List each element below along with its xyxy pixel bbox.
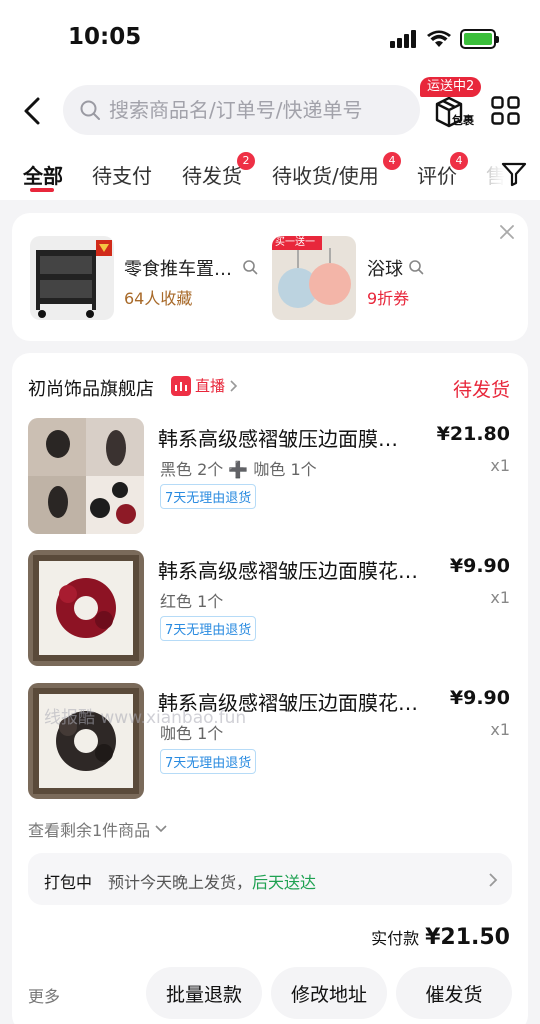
item-qty: x1 <box>490 588 510 607</box>
search-icon[interactable] <box>408 259 424 275</box>
item-price: ¥9.90 <box>449 687 510 709</box>
batch-refund-button[interactable]: 批量退款 <box>146 967 262 1019</box>
package-badge: 运送中2 <box>420 77 482 97</box>
tab-badge: 4 <box>450 152 468 170</box>
tab-all[interactable]: 全部 <box>23 160 63 189</box>
recommendation-card: 零食推车置… 64人收藏 买一送一 浴球 9折券 <box>12 213 528 341</box>
product-image-black <box>28 418 144 534</box>
live-label: 直播 <box>195 377 226 395</box>
item-image[interactable] <box>28 683 144 799</box>
search-bar[interactable] <box>63 85 420 135</box>
filter-icon[interactable] <box>501 161 527 187</box>
tab-underline <box>30 188 54 192</box>
rec-item-subtitle: 9折券 <box>367 289 410 308</box>
item-tag: 7天无理由退货 <box>160 749 257 774</box>
search-icon[interactable] <box>242 259 258 275</box>
product-image-red <box>33 555 139 661</box>
item-spec: 黑色 2个 ➕ 咖色 1个 <box>160 460 317 479</box>
item-qty: x1 <box>490 456 510 475</box>
signal-icon <box>390 30 416 48</box>
chevron-right-icon <box>230 379 238 392</box>
cart-image <box>36 240 112 318</box>
item-image[interactable] <box>28 418 144 534</box>
item-price: ¥21.80 <box>436 423 510 445</box>
order-card: 初尚饰品旗舰店 直播 待发货 韩系高级感褶皱压边面膜… ¥21.80 黑色 2个… <box>12 353 528 1024</box>
close-icon[interactable] <box>498 223 516 241</box>
item-price: ¥9.90 <box>449 555 510 577</box>
pack-delivery-highlight: 后天送达 <box>252 873 317 892</box>
live-chip[interactable]: 直播 <box>171 375 239 396</box>
status-time: 10:05 <box>68 24 142 50</box>
back-icon[interactable] <box>20 96 46 126</box>
pack-estimate: 预计今天晚上发货， <box>108 873 253 892</box>
item-title[interactable]: 韩系高级感褶皱压边面膜花… <box>158 555 418 584</box>
tab-pending-receipt[interactable]: 待收货/使用 <box>272 160 379 189</box>
order-tabs: 全部 待支付 待发货 2 待收货/使用 4 评价 4 售 <box>0 152 540 194</box>
paid-label: 实付款 <box>371 929 420 948</box>
shop-name[interactable]: 初尚饰品旗舰店 <box>28 375 154 401</box>
rec-item-image[interactable]: 买一送一 <box>272 236 356 320</box>
shipping-status-bar[interactable]: 打包中 预计今天晚上发货，后天送达 <box>28 853 512 905</box>
item-image[interactable] <box>28 550 144 666</box>
rec-image-badge: 买一送一 <box>275 237 315 248</box>
watermark: 线报酷 www.xianbao.fun <box>44 708 247 728</box>
view-remaining-items[interactable]: 查看剩余1件商品 <box>28 817 168 841</box>
product-image-brown <box>33 688 139 794</box>
item-qty: x1 <box>490 720 510 739</box>
rec-item-subtitle: 64人收藏 <box>124 289 193 308</box>
tabs-fade <box>470 152 505 194</box>
grid-menu-icon[interactable] <box>491 96 520 125</box>
view-remaining-label: 查看剩余1件商品 <box>28 821 151 840</box>
tab-pending-shipment[interactable]: 待发货 <box>182 160 242 189</box>
rec-item-title[interactable]: 零食推车置… <box>124 255 232 281</box>
change-address-button[interactable]: 修改地址 <box>271 967 387 1019</box>
rec-item-image[interactable] <box>30 236 114 320</box>
pack-text: 预计今天晚上发货，后天送达 <box>108 869 316 893</box>
search-input[interactable] <box>109 98 399 122</box>
paid-amount: ¥21.50 <box>425 925 510 950</box>
live-icon <box>171 375 191 396</box>
battery-icon <box>460 29 499 49</box>
wifi-icon <box>427 30 451 47</box>
package-label[interactable]: 包裹 <box>452 112 474 128</box>
tab-badge: 2 <box>237 152 255 170</box>
order-status: 待发货 <box>452 379 510 401</box>
item-spec: 红色 1个 <box>160 592 224 611</box>
tab-badge: 4 <box>383 152 401 170</box>
paid-amount-row: 实付款 ¥21.50 <box>371 925 510 950</box>
item-tag: 7天无理由退货 <box>160 616 257 641</box>
search-icon <box>80 100 100 120</box>
status-icons <box>390 29 499 49</box>
item-tag: 7天无理由退货 <box>160 484 257 509</box>
rec-item-title[interactable]: 浴球 <box>367 255 403 281</box>
tab-pending-payment[interactable]: 待支付 <box>92 160 152 189</box>
urge-shipment-button[interactable]: 催发货 <box>396 967 512 1019</box>
more-link[interactable]: 更多 <box>28 983 60 1007</box>
chevron-down-icon <box>155 825 167 833</box>
chevron-right-icon <box>489 873 498 887</box>
item-title[interactable]: 韩系高级感褶皱压边面膜… <box>158 423 398 452</box>
pack-label: 打包中 <box>44 873 93 892</box>
